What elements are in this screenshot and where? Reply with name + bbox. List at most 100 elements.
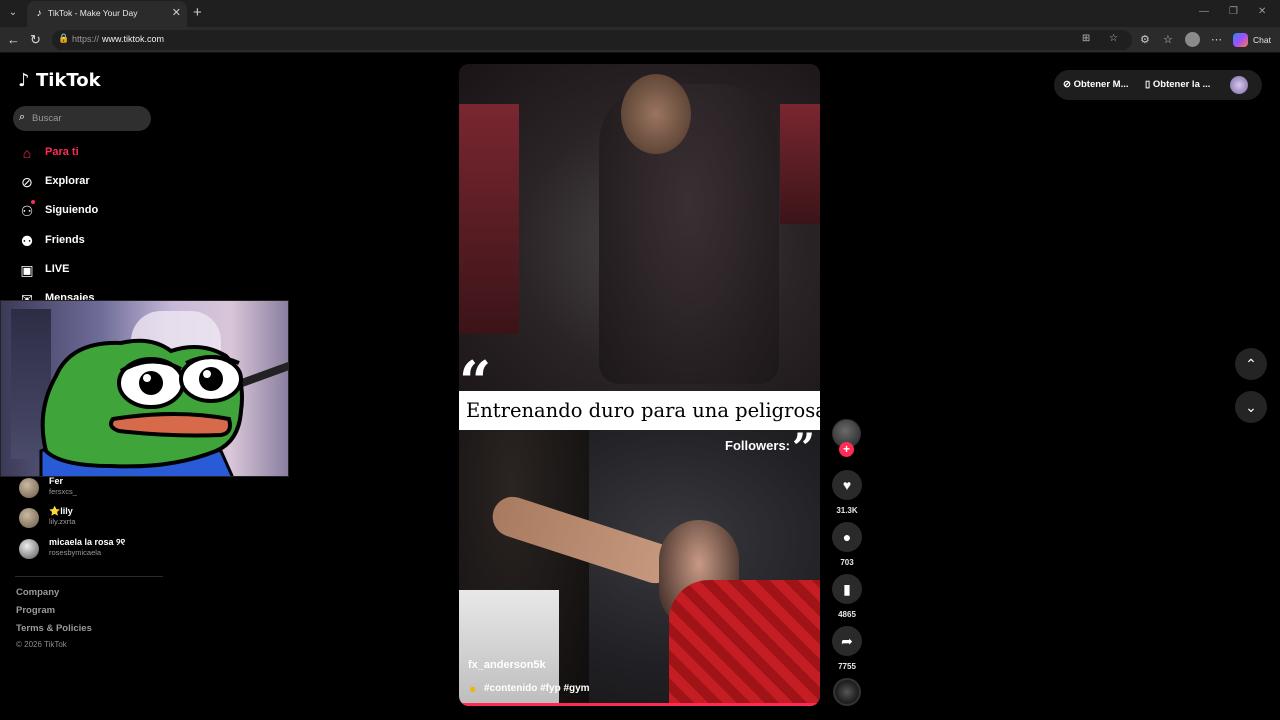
nav-label: Explorar xyxy=(45,175,90,187)
url-host: www.tiktok.com xyxy=(102,34,165,44)
tab-title: TikTok - Make Your Day xyxy=(48,8,138,18)
refresh-icon[interactable]: ↻ xyxy=(30,32,41,48)
account-name: ⭐lily xyxy=(49,506,73,516)
live-icon: ▣ xyxy=(20,262,34,278)
comment-count: 703 xyxy=(840,558,854,567)
scene-sweater xyxy=(669,580,820,706)
address-bar-actions[interactable]: ⊞ ☆ xyxy=(1082,33,1126,44)
browser-toolbar: ← ↻ 🔒 https:// www.tiktok.com ⊞ ☆ ⚙ ☆ ⋯ … xyxy=(0,27,1280,53)
video-progress-bar[interactable] xyxy=(459,703,820,706)
gym-pad-left xyxy=(459,104,519,334)
friends-icon: ⚉ xyxy=(20,233,34,249)
get-app-label: Obtener la ... xyxy=(1152,79,1211,90)
search-icon: ⌕ xyxy=(19,111,26,123)
nav-item-friends[interactable]: ⚉ Friends xyxy=(18,230,168,252)
nav-item-live[interactable]: ▣ LIVE xyxy=(18,259,168,281)
following-account[interactable]: micaela la rosa ୨୧ rosesbymicaela xyxy=(19,537,169,561)
minimize-icon[interactable]: — xyxy=(1199,6,1209,17)
notification-dot xyxy=(31,200,35,204)
nav-label: Para ti xyxy=(45,146,79,158)
avatar xyxy=(19,539,39,559)
get-coins-label: Obtener M... xyxy=(1073,79,1129,90)
tab-close-icon[interactable]: ✕ xyxy=(172,6,181,19)
save-count: 4865 xyxy=(838,610,856,619)
avatar xyxy=(19,508,39,528)
chat-label: Chat xyxy=(1253,35,1271,45)
favorites-icon[interactable]: ☆ xyxy=(1163,33,1173,46)
previous-video-button[interactable]: ⌃ xyxy=(1235,348,1267,380)
new-tab-icon[interactable]: + xyxy=(193,4,202,22)
maximize-icon[interactable]: ❐ xyxy=(1229,6,1238,17)
window-close-icon[interactable]: ✕ xyxy=(1258,6,1266,17)
gym-pad-right xyxy=(780,104,820,224)
compass-icon: ⊘ xyxy=(21,174,33,190)
footer-link-program[interactable]: Program xyxy=(16,605,55,616)
hashtags-text: #contenido #fyp #gym xyxy=(484,683,590,694)
nav-item-para-ti[interactable]: ⌂ Para ti xyxy=(18,142,168,164)
next-video-button[interactable]: ⌄ xyxy=(1235,391,1267,423)
chevron-up-icon: ⌃ xyxy=(1245,356,1257,372)
get-app-button[interactable]: ▯ Obtener la ... xyxy=(1145,79,1210,90)
logo-text: TikTok xyxy=(36,70,101,91)
footer-link-company[interactable]: Company xyxy=(16,587,59,598)
comment-icon: ● xyxy=(842,529,852,545)
more-options-icon[interactable]: ⋯ xyxy=(1211,33,1222,46)
video-top-scene xyxy=(459,64,820,391)
tiktok-note-icon: ♪ xyxy=(18,70,30,91)
follow-plus-icon[interactable]: + xyxy=(839,442,854,457)
footer-link-terms[interactable]: Terms & Policies xyxy=(16,623,92,634)
tiktok-logo[interactable]: ♪ TikTok xyxy=(18,70,101,96)
save-button[interactable]: ▮ xyxy=(832,574,862,604)
home-icon: ⌂ xyxy=(22,145,32,161)
pepe-frog-avatar xyxy=(39,338,244,476)
copilot-chat-button[interactable]: Chat xyxy=(1233,32,1271,48)
address-bar[interactable]: 🔒 https:// www.tiktok.com ⊞ ☆ xyxy=(52,30,1132,50)
video-hashtags[interactable]: ☻ #contenido #fyp #gym xyxy=(468,683,590,694)
nav-label: LIVE xyxy=(45,263,70,275)
sidebar-divider xyxy=(15,576,163,577)
following-account[interactable]: ⭐lily lily.zxrta xyxy=(19,506,169,530)
chevron-down-icon: ⌄ xyxy=(1245,399,1257,415)
webcam-overlay xyxy=(0,300,289,477)
url-protocol: https:// xyxy=(72,34,100,44)
copyright: © 2026 TikTok xyxy=(16,640,67,649)
browser-tab[interactable]: ♪ TikTok - Make Your Day ✕ xyxy=(27,1,187,27)
athlete-head xyxy=(621,74,691,154)
video-author[interactable]: fx_anderson5k xyxy=(468,659,546,671)
browser-tab-bar: ⌄ ♪ TikTok - Make Your Day ✕ + — ❐ ✕ xyxy=(0,0,1280,27)
share-button[interactable]: ➦ xyxy=(832,626,862,656)
top-right-actions: ⊘ Obtener M... ▯ Obtener la ... xyxy=(1054,70,1262,100)
tiktok-favicon-icon: ♪ xyxy=(36,8,42,19)
video-progress-fill xyxy=(459,703,820,706)
following-icon: ⚇ xyxy=(20,203,34,219)
avatar xyxy=(19,478,39,498)
following-account[interactable]: Fer fersxcs_ xyxy=(19,476,169,500)
share-count: 7755 xyxy=(838,662,856,671)
profile-avatar[interactable] xyxy=(1185,32,1200,47)
video-caption-overlay: Entrenando duro para una peligrosa asi: xyxy=(459,391,820,430)
comment-button[interactable]: ● xyxy=(832,522,862,552)
user-avatar[interactable] xyxy=(1230,76,1248,94)
search-box[interactable]: ⌕ xyxy=(13,106,151,131)
copilot-icon xyxy=(1233,33,1248,47)
nav-label: Siguiendo xyxy=(45,204,99,216)
site-info-icon[interactable]: 🔒 xyxy=(58,33,69,44)
account-name: Fer xyxy=(49,476,64,486)
music-disc-icon[interactable] xyxy=(833,678,861,706)
get-coins-button[interactable]: ⊘ Obtener M... xyxy=(1063,79,1129,90)
close-quote-icon: ” xyxy=(792,425,816,472)
nav-item-explorar[interactable]: ⊘ Explorar xyxy=(18,171,168,193)
emoji-icon: ☻ xyxy=(468,684,478,694)
nav-item-siguiendo[interactable]: ⚇ Siguiendo xyxy=(18,200,168,222)
tab-actions-menu-icon[interactable]: ⌄ xyxy=(4,4,22,22)
followers-overlay-text: Followers: xyxy=(725,438,791,453)
heart-icon: ♥ xyxy=(842,477,852,493)
extensions-icon[interactable]: ⚙ xyxy=(1140,33,1150,46)
back-icon[interactable]: ← xyxy=(7,32,20,48)
video-player[interactable]: “ Entrenando duro para una peligrosa asi… xyxy=(459,64,820,706)
search-input[interactable] xyxy=(32,110,142,127)
like-button[interactable]: ♥ xyxy=(832,470,862,500)
account-handle: lily.zxrta xyxy=(49,517,76,526)
account-handle: fersxcs_ xyxy=(49,487,77,496)
account-handle: rosesbymicaela xyxy=(49,548,102,557)
